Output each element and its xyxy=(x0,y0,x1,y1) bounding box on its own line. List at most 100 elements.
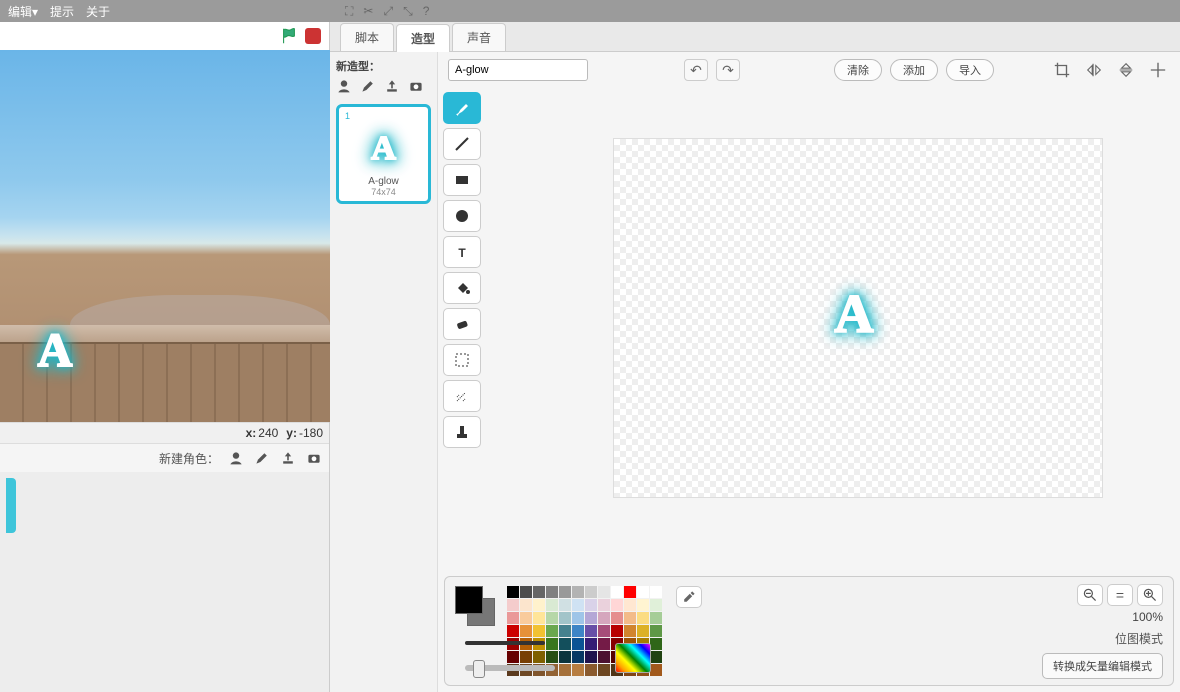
brush-size-slider[interactable] xyxy=(465,665,555,671)
palette-swatch[interactable] xyxy=(572,625,584,637)
palette-swatch[interactable] xyxy=(611,625,623,637)
palette-swatch[interactable] xyxy=(585,625,597,637)
add-button[interactable]: 添加 xyxy=(890,59,938,81)
redo-button[interactable]: ↷ xyxy=(716,59,740,81)
palette-swatch[interactable] xyxy=(650,651,662,663)
eraser-tool[interactable] xyxy=(443,308,481,340)
paint-sprite-icon[interactable] xyxy=(253,449,271,467)
palette-swatch[interactable] xyxy=(637,625,649,637)
camera-sprite-icon[interactable] xyxy=(305,449,323,467)
green-flag-icon[interactable] xyxy=(279,26,299,46)
text-tool[interactable]: T xyxy=(443,236,481,268)
crop-icon[interactable] xyxy=(1050,59,1074,81)
menu-edit[interactable]: 编辑▾ xyxy=(8,3,38,20)
zoom-reset-button[interactable]: = xyxy=(1107,584,1133,606)
palette-swatch[interactable] xyxy=(611,599,623,611)
menu-hints[interactable]: 提示 xyxy=(50,3,74,20)
library-sprite-icon[interactable] xyxy=(227,449,245,467)
palette-swatch[interactable] xyxy=(611,612,623,624)
palette-swatch[interactable] xyxy=(572,599,584,611)
palette-swatch[interactable] xyxy=(598,612,610,624)
palette-swatch[interactable] xyxy=(650,586,662,598)
palette-swatch[interactable] xyxy=(546,612,558,624)
palette-swatch[interactable] xyxy=(650,664,662,676)
zoom-out-button[interactable] xyxy=(1077,584,1103,606)
color-picker-button[interactable] xyxy=(615,643,651,673)
palette-swatch[interactable] xyxy=(520,612,532,624)
palette-swatch[interactable] xyxy=(572,586,584,598)
tab-costumes[interactable]: 造型 xyxy=(396,24,450,52)
ellipse-tool[interactable] xyxy=(443,200,481,232)
palette-swatch[interactable] xyxy=(559,599,571,611)
stamp-tool[interactable] xyxy=(443,416,481,448)
upload-costume-icon[interactable] xyxy=(384,78,402,96)
sprite-on-stage[interactable]: A xyxy=(20,320,90,380)
center-icon[interactable] xyxy=(1146,59,1170,81)
stage[interactable]: A xyxy=(0,50,330,422)
camera-costume-icon[interactable] xyxy=(408,78,426,96)
eyedropper-button[interactable] xyxy=(676,586,702,608)
palette-swatch[interactable] xyxy=(624,599,636,611)
palette-swatch[interactable] xyxy=(637,599,649,611)
palette-swatch[interactable] xyxy=(507,586,519,598)
import-button[interactable]: 导入 xyxy=(946,59,994,81)
wand-tool[interactable] xyxy=(443,380,481,412)
palette-swatch[interactable] xyxy=(585,586,597,598)
palette-swatch[interactable] xyxy=(559,612,571,624)
palette-swatch[interactable] xyxy=(507,625,519,637)
palette-swatch[interactable] xyxy=(598,586,610,598)
palette-swatch[interactable] xyxy=(585,612,597,624)
palette-swatch[interactable] xyxy=(598,625,610,637)
library-costume-icon[interactable] xyxy=(336,78,354,96)
brush-tool[interactable] xyxy=(443,92,481,124)
palette-swatch[interactable] xyxy=(624,625,636,637)
costume-name-input[interactable] xyxy=(448,59,588,81)
paint-costume-icon[interactable] xyxy=(360,78,378,96)
costume-item[interactable]: 1 A A-glow 74x74 xyxy=(336,104,431,204)
palette-swatch[interactable] xyxy=(598,599,610,611)
line-tool[interactable] xyxy=(443,128,481,160)
palette-swatch[interactable] xyxy=(507,599,519,611)
palette-swatch[interactable] xyxy=(507,612,519,624)
palette-swatch[interactable] xyxy=(533,599,545,611)
zoom-in-button[interactable] xyxy=(1137,584,1163,606)
upload-sprite-icon[interactable] xyxy=(279,449,297,467)
stamp-icon[interactable]: ⛶ xyxy=(345,4,353,19)
convert-mode-button[interactable]: 转换成矢量编辑模式 xyxy=(1042,653,1163,679)
rectangle-tool[interactable] xyxy=(443,164,481,196)
palette-swatch[interactable] xyxy=(637,612,649,624)
palette-swatch[interactable] xyxy=(520,586,532,598)
undo-button[interactable]: ↶ xyxy=(684,59,708,81)
cut-icon[interactable]: ✂ xyxy=(363,4,373,18)
palette-swatch[interactable] xyxy=(650,599,662,611)
palette-swatch[interactable] xyxy=(585,599,597,611)
clear-button[interactable]: 清除 xyxy=(834,59,882,81)
canvas-sprite[interactable]: A xyxy=(814,279,894,349)
palette-swatch[interactable] xyxy=(559,625,571,637)
shrink-icon[interactable]: ⤡ xyxy=(403,4,413,19)
palette-swatch[interactable] xyxy=(533,612,545,624)
palette-swatch[interactable] xyxy=(559,586,571,598)
palette-swatch[interactable] xyxy=(637,586,649,598)
palette-swatch[interactable] xyxy=(624,586,636,598)
palette-swatch[interactable] xyxy=(611,586,623,598)
palette-swatch[interactable] xyxy=(650,612,662,624)
palette-swatch[interactable] xyxy=(533,586,545,598)
color-swatch[interactable] xyxy=(455,586,495,626)
flip-v-icon[interactable] xyxy=(1114,59,1138,81)
help-icon[interactable]: ? xyxy=(423,4,430,18)
fill-tool[interactable] xyxy=(443,272,481,304)
palette-swatch[interactable] xyxy=(650,625,662,637)
menu-about[interactable]: 关于 xyxy=(86,3,110,20)
palette-swatch[interactable] xyxy=(572,612,584,624)
paint-canvas[interactable]: A xyxy=(613,138,1103,498)
palette-swatch[interactable] xyxy=(624,612,636,624)
palette-swatch[interactable] xyxy=(520,625,532,637)
palette-swatch[interactable] xyxy=(650,638,662,650)
palette-swatch[interactable] xyxy=(520,599,532,611)
palette-swatch[interactable] xyxy=(546,625,558,637)
flip-h-icon[interactable] xyxy=(1082,59,1106,81)
select-tool[interactable] xyxy=(443,344,481,376)
tab-scripts[interactable]: 脚本 xyxy=(340,23,394,51)
tab-sounds[interactable]: 声音 xyxy=(452,23,506,51)
